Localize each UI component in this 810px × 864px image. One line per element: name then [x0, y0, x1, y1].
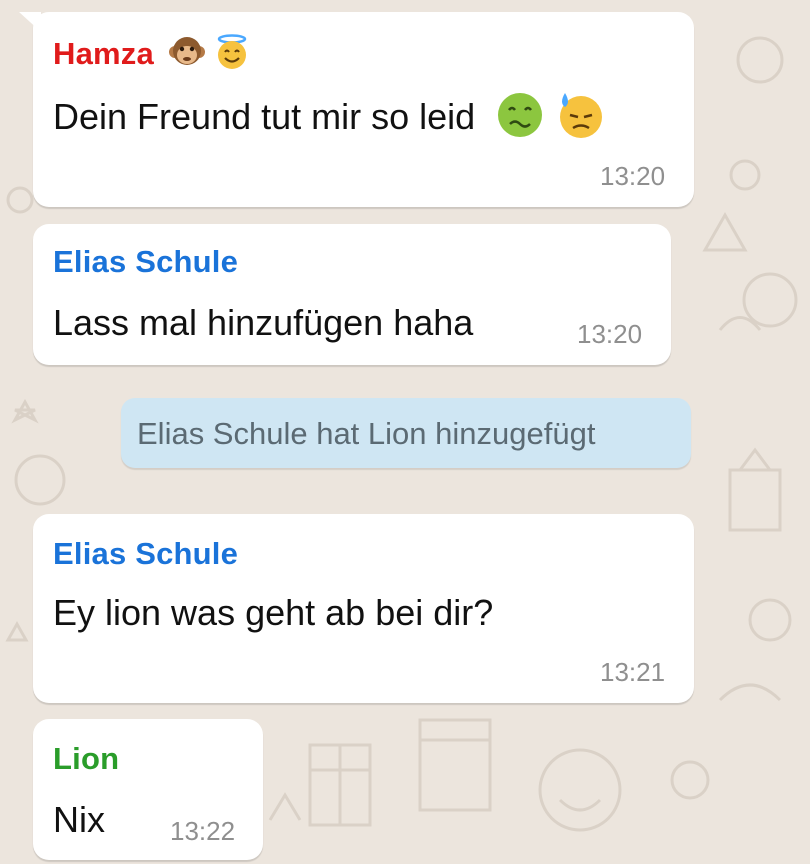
message-bubble[interactable]: Lion Nix 13:22 — [33, 719, 263, 860]
system-message-text: Elias Schule hat Lion hinzugefügt — [137, 416, 596, 451]
sender-name-text[interactable]: Hamza — [53, 36, 154, 71]
message-text[interactable]: Lass mal hinzufügen haha — [53, 302, 473, 344]
smiling-face-with-halo-icon — [214, 34, 250, 78]
message-text[interactable]: Nix — [53, 799, 105, 841]
sender-name[interactable]: Hamza — [53, 34, 250, 78]
message-text[interactable]: Ey lion was geht ab bei dir? — [53, 592, 493, 634]
sender-name[interactable]: Lion — [53, 741, 119, 777]
sender-name[interactable]: Elias Schule — [53, 536, 238, 572]
message-bubble[interactable]: Elias Schule Lass mal hinzufügen haha 13… — [33, 224, 671, 365]
message-timestamp: 13:21 — [600, 657, 666, 687]
message-bubble[interactable]: Hamza Dein Freund tut mir so leid 13:20 — [19, 12, 694, 207]
message-timestamp: 13:20 — [577, 319, 643, 349]
bubble-tail — [19, 12, 41, 32]
sender-name[interactable]: Elias Schule — [53, 244, 238, 280]
message-text-content[interactable]: Dein Freund tut mir so leid — [53, 96, 475, 137]
system-message: Elias Schule hat Lion hinzugefügt — [121, 398, 691, 468]
monkey-face-icon — [168, 34, 205, 78]
message-text[interactable]: Dein Freund tut mir so leid — [53, 90, 605, 149]
message-bubble[interactable]: Elias Schule Ey lion was geht ab bei dir… — [33, 514, 694, 703]
downcast-face-with-sweat-icon — [555, 90, 605, 149]
message-timestamp: 13:22 — [170, 816, 236, 846]
message-timestamp: 13:20 — [600, 161, 666, 191]
nauseated-face-icon — [495, 90, 545, 149]
